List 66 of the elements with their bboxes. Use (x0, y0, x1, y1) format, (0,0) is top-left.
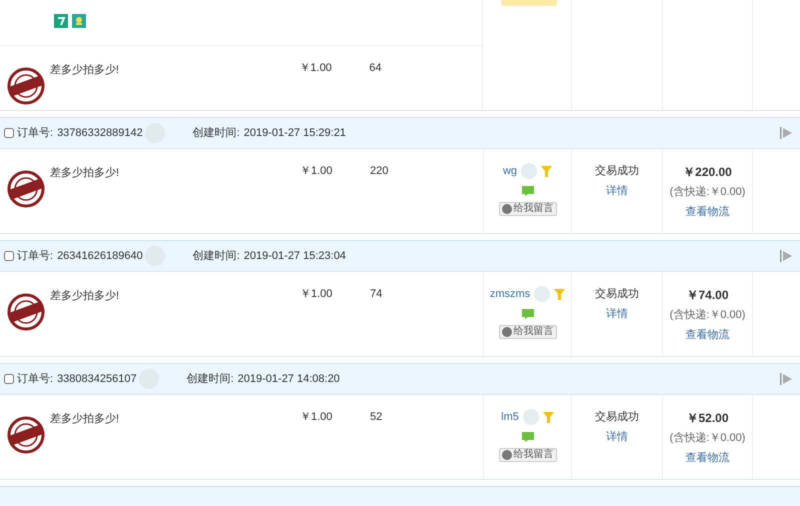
created-label: 创建时间: (186, 372, 234, 387)
order-checkbox[interactable] (4, 374, 14, 384)
created-time: 2019-01-27 14:08:20 (238, 372, 340, 387)
order-number: 3380834256107 (57, 372, 137, 387)
filter-icon[interactable] (542, 412, 554, 423)
quantity: 74 (370, 288, 382, 300)
order-status: 交易成功 (595, 164, 639, 179)
logistics-link[interactable]: 查看物流 (686, 450, 730, 466)
product-name[interactable]: 差多少拍多少! (50, 64, 119, 76)
message-button[interactable]: 给我留言 (498, 324, 556, 338)
flag-icon[interactable] (780, 250, 792, 262)
message-button[interactable]: 给我留言 (498, 202, 556, 216)
buyer-name[interactable]: zmszms (490, 286, 530, 302)
order-status: 交易成功 (595, 410, 639, 425)
order-total: ￥74.00 (686, 287, 729, 304)
info-icon (502, 204, 512, 214)
order-number: 33786332889142 (57, 126, 143, 141)
badge-background (501, 0, 557, 6)
quantity: 64 (369, 62, 382, 74)
order-number: 26341626189640 (57, 248, 143, 264)
order-status: 交易成功 (595, 286, 639, 302)
quantity: 220 (370, 165, 388, 177)
info-icon (502, 450, 512, 460)
created-time: 2019-01-27 15:29:21 (244, 126, 346, 141)
chat-icon[interactable] (522, 308, 534, 318)
product-name[interactable]: 差多少拍多少! (50, 167, 120, 179)
shipping-fee: (含快递:￥0.00) (670, 184, 746, 200)
order-total: ￥52.00 (686, 410, 729, 427)
logistics-link[interactable]: 查看物流 (686, 204, 730, 220)
created-label: 创建时间: (192, 126, 240, 141)
order-checkbox[interactable] (4, 128, 14, 138)
buyer-name[interactable]: wg (502, 163, 518, 180)
quantity: 52 (370, 411, 382, 423)
order-number-label: 订单号: (17, 372, 54, 387)
created-label: 创建时间: (192, 248, 240, 264)
flag-icon[interactable] (780, 127, 792, 139)
created-time: 2019-01-27 15:23:04 (244, 248, 346, 264)
blur-mask (522, 409, 539, 426)
product-name[interactable]: 差多少拍多少! (50, 413, 120, 425)
unit-price: ￥1.00 (300, 165, 332, 177)
detail-link[interactable]: 详情 (606, 428, 628, 445)
seven-badge-icon (54, 14, 68, 28)
detail-link[interactable]: 详情 (606, 306, 628, 322)
info-icon (502, 326, 512, 336)
blur-mask (521, 163, 538, 180)
flower-badge-icon (72, 14, 86, 28)
shipping-fee: (含快递:￥0.00) (670, 430, 746, 446)
order-checkbox[interactable] (4, 251, 14, 261)
buyer-name[interactable]: lm5 (501, 409, 519, 426)
blur-mask (534, 286, 550, 302)
flag-icon[interactable] (780, 373, 792, 385)
filter-icon[interactable] (554, 288, 566, 300)
filter-icon[interactable] (541, 166, 552, 177)
logistics-link[interactable]: 查看物流 (686, 326, 730, 343)
unit-price: ￥1.00 (300, 288, 332, 300)
order-number-label: 订单号: (17, 248, 54, 264)
chat-icon[interactable] (522, 186, 534, 196)
chat-icon[interactable] (522, 432, 534, 442)
detail-link[interactable]: 详情 (606, 182, 628, 199)
shipping-fee: (含快递:￥0.00) (670, 308, 746, 323)
unit-price: ￥1.00 (299, 62, 332, 74)
order-total: ￥220.00 (683, 164, 732, 181)
unit-price: ￥1.00 (300, 411, 332, 423)
message-button[interactable]: 给我留言 (498, 448, 556, 462)
order-number-label: 订单号: (17, 126, 54, 141)
product-name[interactable]: 差多少拍多少! (50, 290, 120, 302)
